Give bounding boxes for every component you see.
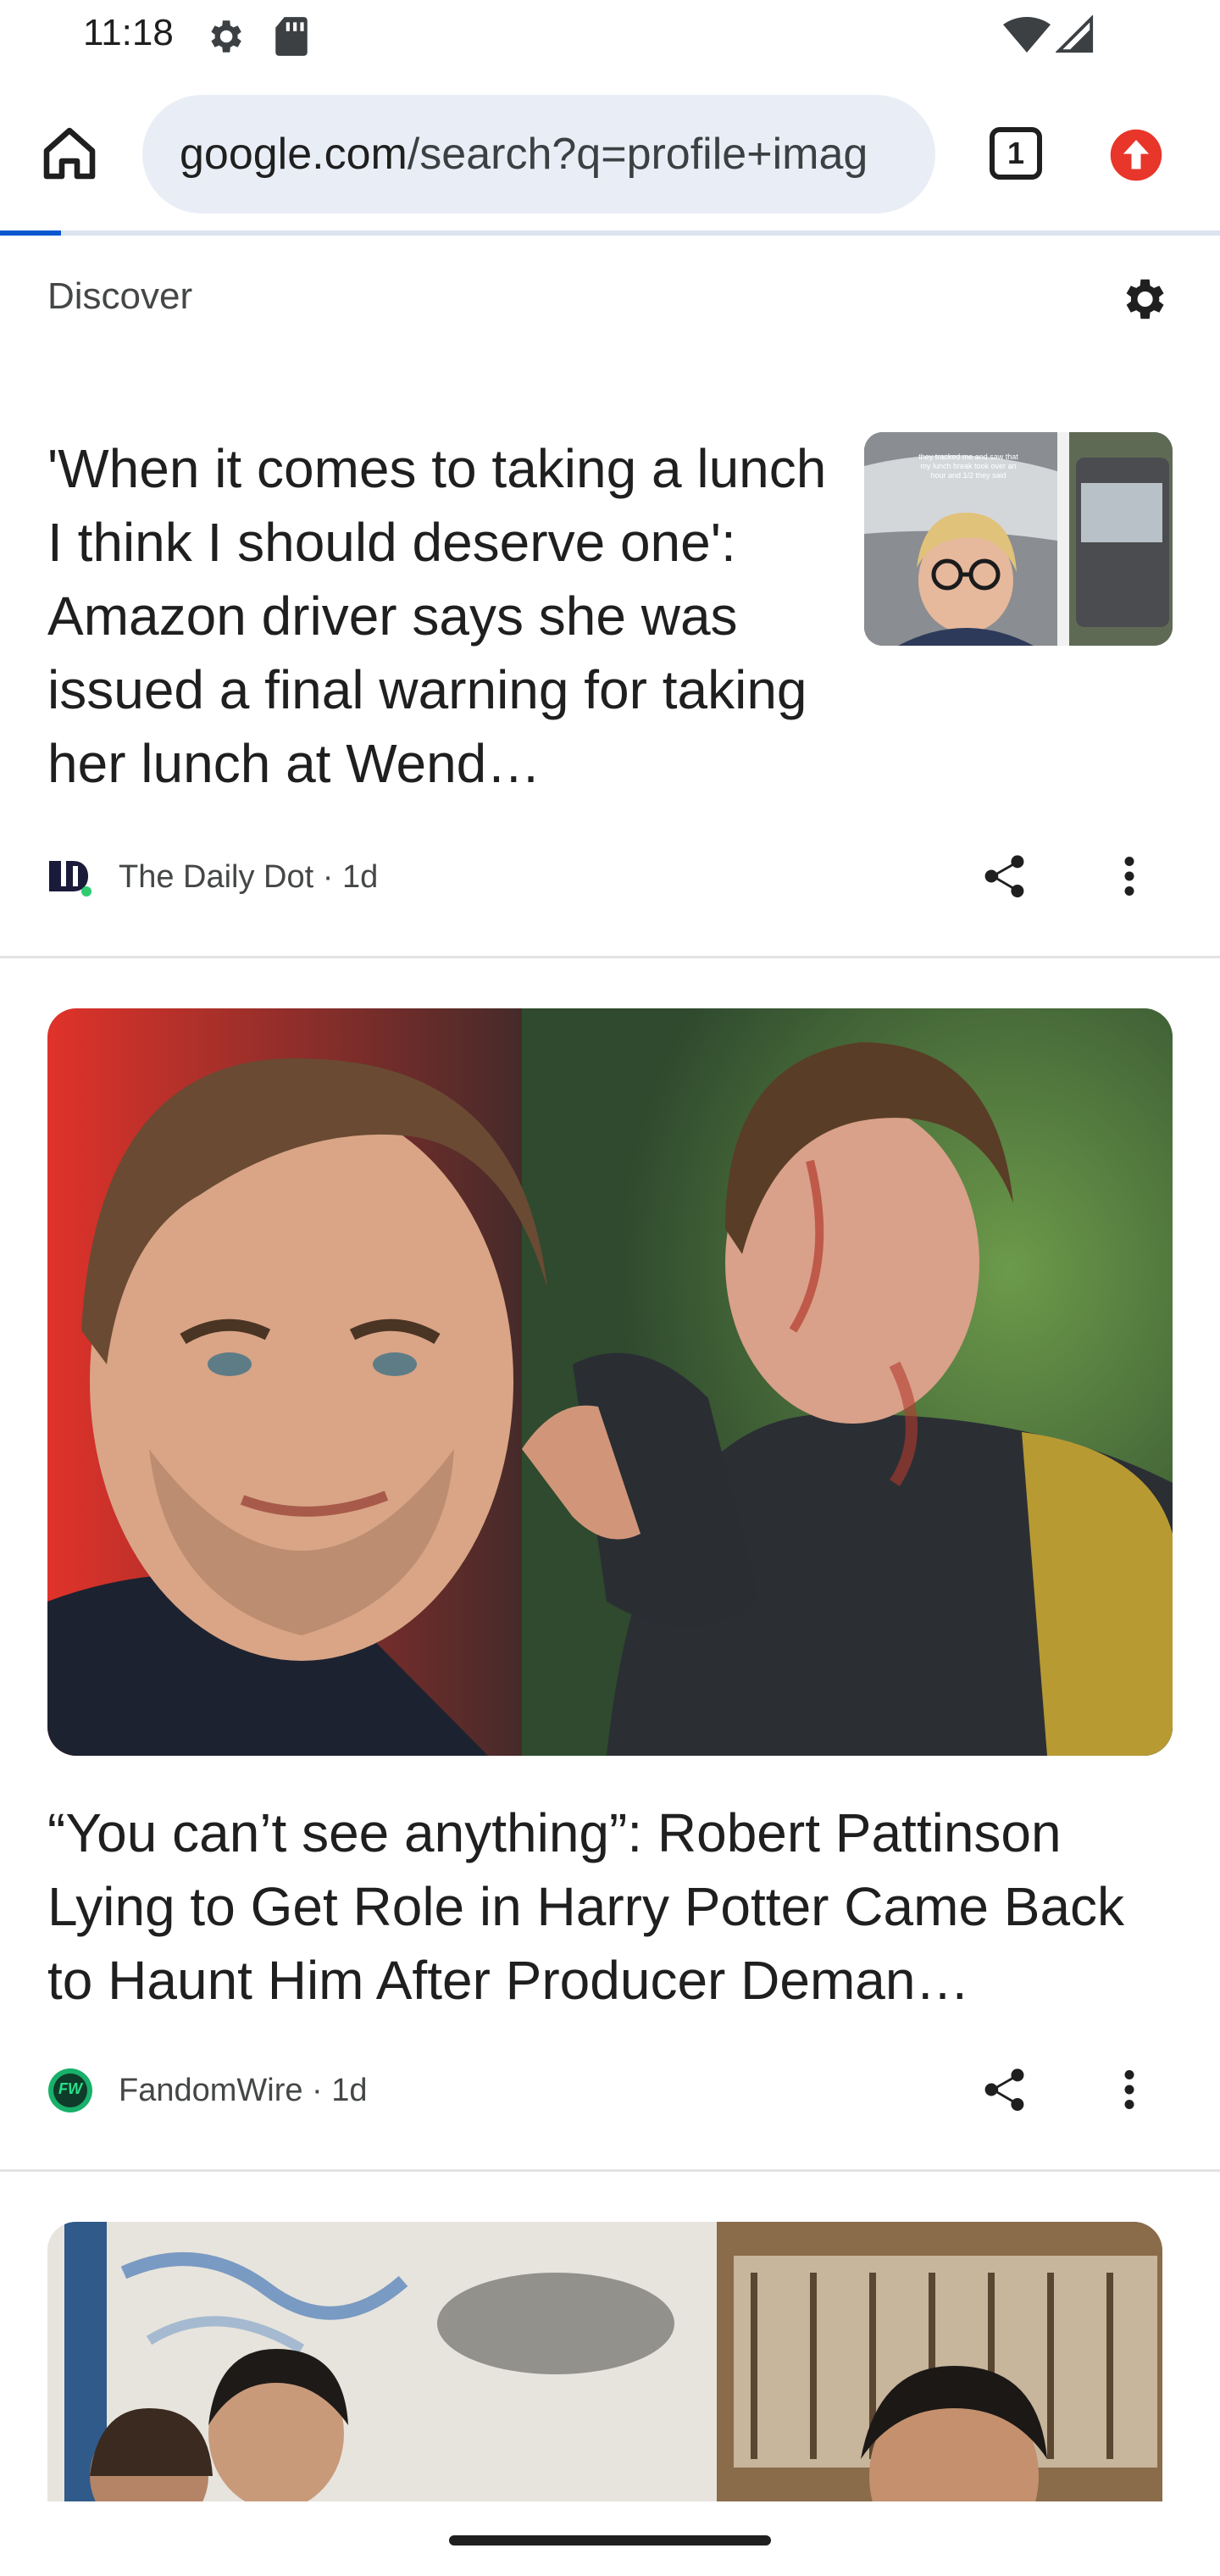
gesture-handle[interactable] (449, 2535, 771, 2545)
card-source[interactable]: FandomWire (119, 2073, 303, 2108)
load-progress-track (0, 230, 1220, 236)
status-bar: 11:18 (0, 0, 1220, 76)
share-icon[interactable] (979, 2064, 1030, 2124)
load-progress-fill (0, 230, 61, 236)
card-headline[interactable]: “You can’t see anything”: Robert Pattins… (47, 1796, 1183, 2018)
card-thumbnail[interactable]: they tracked me and saw that my lunch br… (864, 432, 1173, 646)
tab-count: 1 (1006, 136, 1025, 170)
more-vert-icon[interactable] (1120, 2064, 1139, 2124)
sd-card-icon (273, 15, 310, 62)
url-path: /search?q=profile+imag (407, 130, 868, 179)
update-icon[interactable] (1108, 127, 1164, 187)
fandomwire-logo-text: FW (58, 2080, 82, 2097)
url-domain: google.com (180, 130, 408, 179)
settings-icon[interactable] (1117, 273, 1169, 330)
card-divider (0, 956, 1220, 958)
discover-title: Discover (47, 275, 193, 317)
daily-dot-logo-icon (47, 858, 93, 905)
url-text[interactable]: google.com/search?q=profile+imag (180, 129, 868, 180)
card-source-row: The Daily Dot · 1d (47, 855, 1173, 898)
url-bar[interactable]: google.com/search?q=profile+imag (142, 95, 935, 214)
card-hero-image[interactable] (47, 1008, 1173, 1756)
fandomwire-logo-icon: FW (47, 2068, 93, 2122)
card-divider (0, 2169, 1220, 2172)
card-headline[interactable]: 'When it comes to taking a lunch I think… (47, 432, 835, 801)
more-vert-icon[interactable] (1120, 851, 1139, 910)
gear-icon (203, 15, 246, 62)
card-source[interactable]: The Daily Dot (119, 859, 313, 895)
share-icon[interactable] (979, 851, 1030, 910)
wifi-icon (1003, 16, 1051, 58)
status-time: 11:18 (83, 12, 174, 53)
thumbnail-caption: they tracked me and saw that my lunch br… (918, 452, 1018, 480)
tab-switcher-button[interactable]: 1 (990, 127, 1042, 180)
home-icon[interactable] (39, 123, 100, 188)
card-age: 1d (331, 2073, 368, 2108)
signal-icon (1055, 14, 1095, 58)
card-age: 1d (341, 859, 379, 895)
card-hero-image[interactable] (47, 2222, 1162, 2501)
card-source-row: FW FandomWire · 1d (47, 2068, 1173, 2112)
